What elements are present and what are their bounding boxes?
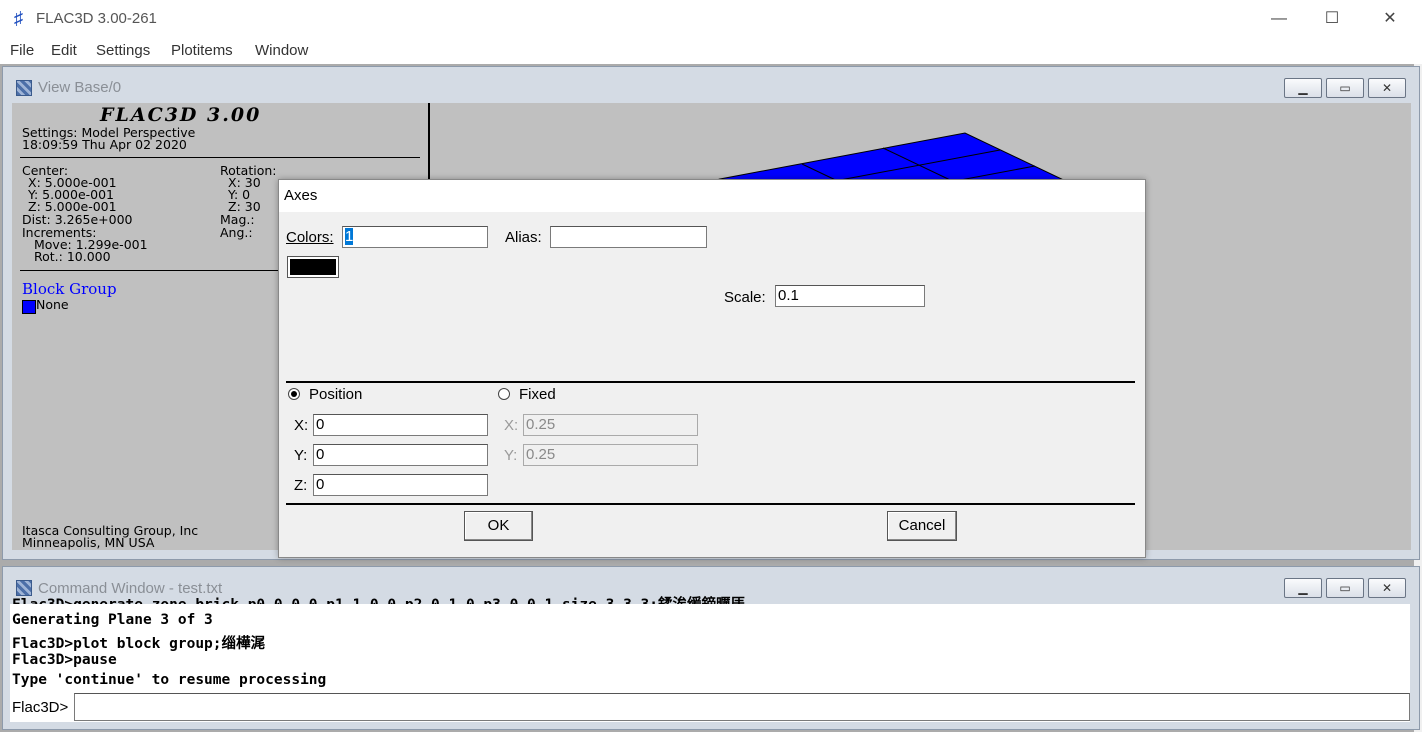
view-close-button[interactable]: ✕ [1368, 78, 1406, 98]
command-prompt: Flac3D> [12, 699, 69, 716]
fixed-x-field[interactable]: 0.25 [523, 414, 698, 436]
color-swatch-button[interactable] [287, 256, 339, 278]
fixed-radio[interactable] [498, 388, 510, 400]
close-icon[interactable]: ✕ [1367, 6, 1413, 32]
command-line: Flac3D>plot block group;缁樺浘 [12, 636, 266, 652]
dialog-separator-2 [286, 503, 1135, 505]
position-z-field[interactable]: 0 [313, 474, 488, 496]
scale-label: Scale: [724, 289, 766, 306]
position-x-label: X: [294, 417, 309, 434]
color-swatch-fill [290, 259, 336, 275]
view-window-title: View Base/0 [38, 79, 122, 96]
cmd-restore-button[interactable]: ▭ [1326, 578, 1364, 598]
command-line: Type 'continue' to resume processing [12, 672, 327, 688]
position-y-label: Y: [294, 447, 308, 464]
colors-label: Colors: [286, 229, 334, 246]
fixed-x-label: X: [504, 417, 519, 434]
position-radio[interactable] [288, 388, 300, 400]
position-z-label: Z: [294, 477, 308, 494]
ok-button[interactable]: OK [464, 511, 533, 541]
menu-edit[interactable]: Edit [51, 42, 77, 59]
command-line: Generating Plane 3 of 3 [12, 612, 213, 628]
colors-field[interactable]: 1 [342, 226, 488, 248]
menu-window[interactable]: Window [255, 42, 308, 59]
footer-location: Minneapolis, MN USA [22, 535, 155, 550]
scale-field[interactable]: 0.1 [775, 285, 925, 307]
command-input[interactable] [74, 693, 1410, 721]
alias-label: Alias: [505, 229, 542, 246]
cmd-close-button[interactable]: ✕ [1368, 578, 1406, 598]
maximize-icon[interactable]: ☐ [1309, 6, 1355, 32]
plot-datetime: 18:09:59 Thu Apr 02 2020 [22, 137, 187, 152]
menu-file[interactable]: File [10, 42, 34, 59]
app-titlebar [0, 0, 1422, 38]
menu-plotitems[interactable]: Plotitems [171, 42, 233, 59]
command-line: Flac3D>pause [12, 652, 117, 668]
flac3d-app-icon: ♯ [14, 8, 23, 28]
output-clip-mask [10, 604, 1410, 612]
fixed-y-label: Y: [504, 447, 518, 464]
legend-divider [20, 157, 420, 158]
fixed-label: Fixed [519, 386, 556, 403]
position-label: Position [309, 386, 363, 403]
cancel-button[interactable]: Cancel [887, 511, 957, 541]
increment-rot: Rot.: 10.000 [34, 249, 111, 264]
position-x-field[interactable]: 0 [313, 414, 488, 436]
alias-field[interactable] [550, 226, 707, 248]
view-restore-button[interactable]: ▭ [1326, 78, 1364, 98]
view-minimize-button[interactable]: ▁ [1284, 78, 1322, 98]
cmd-minimize-button[interactable]: ▁ [1284, 578, 1322, 598]
plot-header: FLAC3D 3.00 [100, 104, 262, 126]
menu-settings[interactable]: Settings [96, 42, 150, 59]
legend-none-label: None [36, 297, 69, 312]
dialog-separator [286, 381, 1135, 383]
view-window-icon [16, 80, 32, 96]
position-y-field[interactable]: 0 [313, 444, 488, 466]
block-group-title: Block Group [22, 280, 117, 298]
ang-label: Ang.: [220, 225, 253, 240]
minimize-icon[interactable]: — [1256, 6, 1302, 32]
app-title: FLAC3D 3.00-261 [36, 10, 157, 27]
legend-swatch-none [22, 300, 36, 314]
fixed-y-field[interactable]: 0.25 [523, 444, 698, 466]
axes-dialog-titlebar [279, 180, 1145, 212]
axes-dialog-title: Axes [284, 187, 318, 204]
